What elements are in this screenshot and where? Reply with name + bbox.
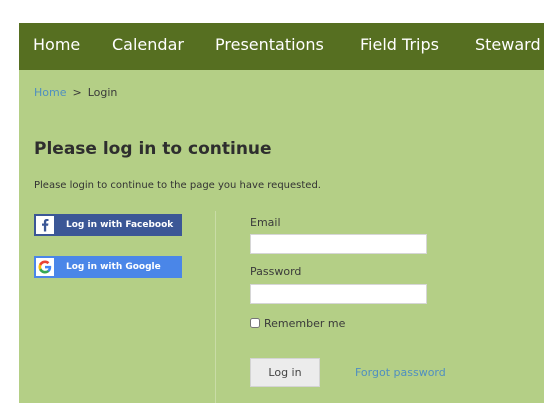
nav-item-home[interactable]: Home: [33, 32, 80, 58]
google-icon: [36, 258, 54, 276]
login-submit-button[interactable]: Log in: [250, 358, 320, 387]
nav-item-field-trips[interactable]: Field Trips: [360, 32, 439, 58]
nav-item-presentations[interactable]: Presentations: [215, 32, 324, 58]
breadcrumb: Home > Login: [34, 86, 117, 99]
forgot-password-link[interactable]: Forgot password: [355, 366, 446, 379]
facebook-login-label: Log in with Facebook: [66, 220, 174, 230]
page-frame: Home Calendar Presentations Field Trips …: [19, 23, 544, 403]
nav-item-steward[interactable]: Steward: [475, 32, 541, 58]
top-whitespace: [0, 0, 544, 23]
breadcrumb-separator: >: [72, 86, 82, 99]
breadcrumb-home-link[interactable]: Home: [34, 86, 66, 99]
page-subtitle: Please login to continue to the page you…: [34, 180, 321, 191]
remember-me-label: Remember me: [264, 317, 346, 330]
column-divider: [215, 211, 216, 403]
email-label: Email: [250, 216, 281, 229]
page-title: Please log in to continue: [34, 139, 272, 159]
facebook-icon: [36, 216, 54, 234]
nav-item-calendar[interactable]: Calendar: [112, 32, 184, 58]
password-input[interactable]: [250, 284, 427, 304]
google-login-button[interactable]: Log in with Google: [34, 256, 182, 278]
email-input[interactable]: [250, 234, 427, 254]
remember-me-checkbox[interactable]: [250, 318, 260, 328]
facebook-login-button[interactable]: Log in with Facebook: [34, 214, 182, 236]
password-label: Password: [250, 265, 302, 278]
main-nav: Home Calendar Presentations Field Trips …: [19, 23, 544, 70]
breadcrumb-current: Login: [87, 86, 118, 99]
google-login-label: Log in with Google: [66, 262, 161, 272]
remember-me[interactable]: Remember me: [250, 317, 345, 331]
